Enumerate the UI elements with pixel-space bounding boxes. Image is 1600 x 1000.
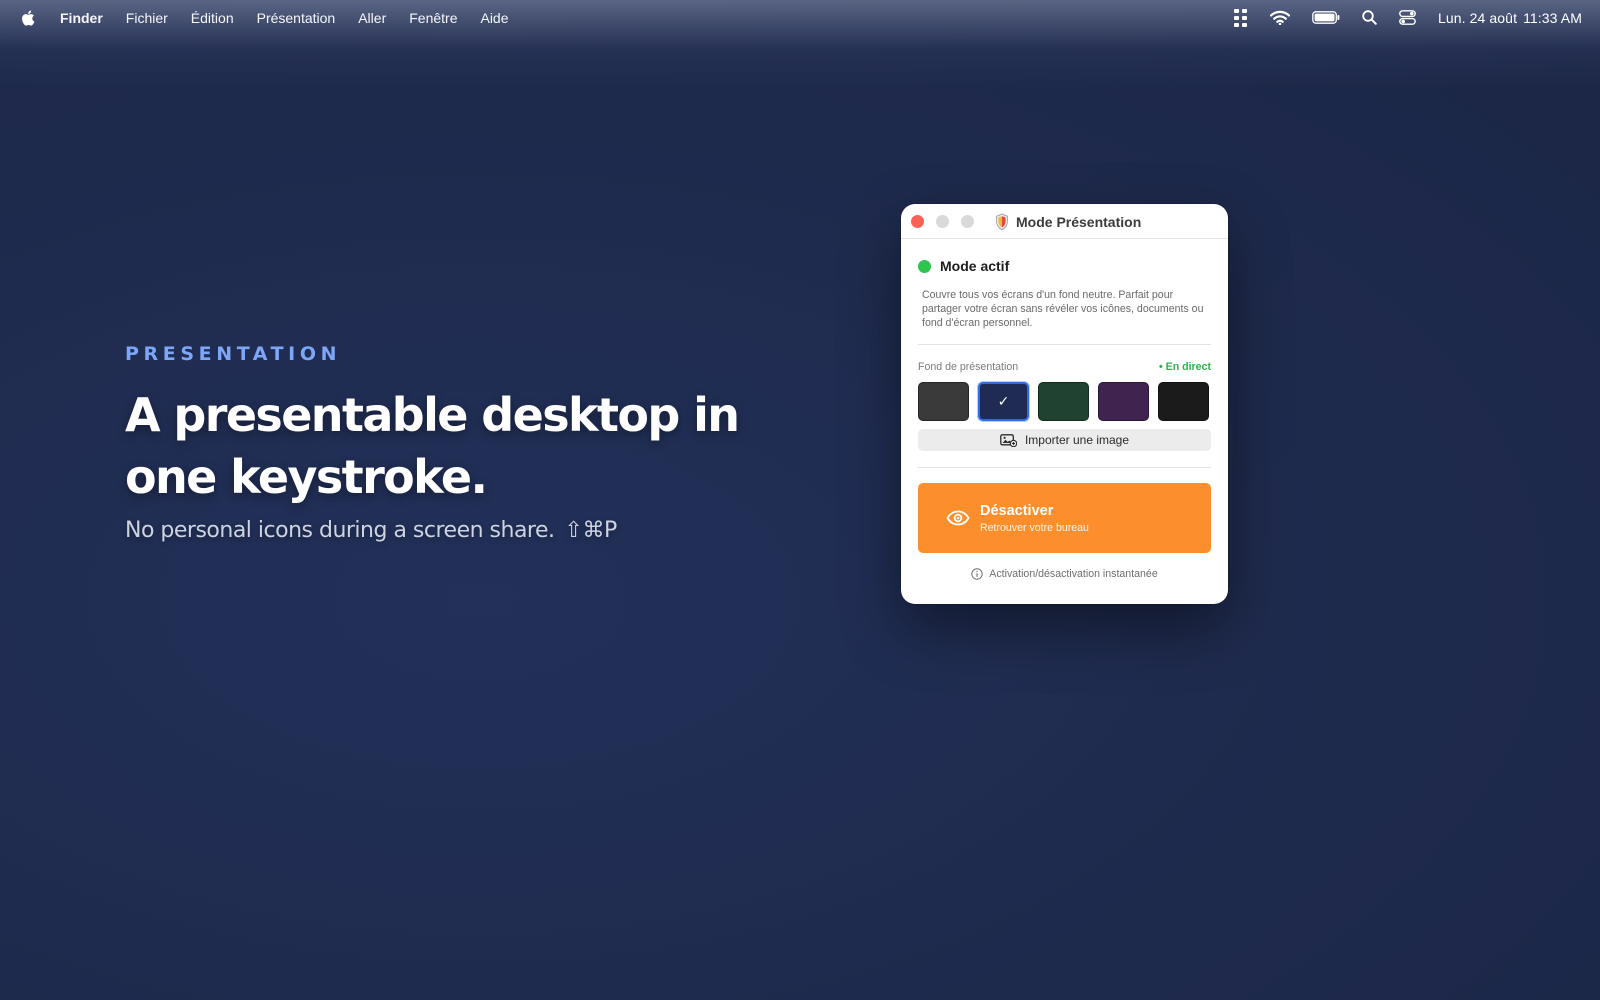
import-image-button[interactable]: Importer une image (918, 429, 1211, 451)
hero-section: PRESENTATION A presentable desktop in on… (125, 343, 765, 543)
eye-icon (946, 510, 970, 526)
hero-eyebrow: PRESENTATION (125, 343, 342, 365)
section-divider (918, 344, 1211, 345)
menu-bar: Finder Fichier Édition Présentation Alle… (0, 0, 1600, 35)
window-controls (911, 215, 986, 228)
window-titlebar[interactable]: Mode Présentation (901, 204, 1228, 239)
deactivate-subtitle: Retrouver votre bureau (980, 521, 1089, 534)
menu-fenetre[interactable]: Fenêtre (409, 10, 457, 26)
mode-description: Couvre tous vos écrans d'un fond neutre.… (922, 289, 1204, 329)
shield-app-icon (996, 213, 1008, 230)
close-window-button[interactable] (911, 215, 924, 228)
deactivate-title: Désactiver (980, 502, 1054, 519)
presentation-mode-window: Mode Présentation Mode actif Couvre tous… (901, 204, 1228, 604)
swatch-plum[interactable] (1098, 382, 1149, 421)
menu-fichier[interactable]: Fichier (126, 10, 168, 26)
menubar-clock[interactable]: Lun. 24 août 11:33 AM (1438, 10, 1582, 26)
swatch-black[interactable] (1158, 382, 1209, 421)
swatch-forest[interactable] (1038, 382, 1089, 421)
swatch-graphite[interactable] (918, 382, 969, 421)
status-indicator-dot (918, 259, 931, 273)
checkmark-icon: ✓ (997, 393, 1010, 409)
deactivate-text-group: Désactiver Retrouver votre bureau (980, 503, 1089, 534)
hero-subline: No personal icons during a screen share.… (125, 518, 765, 543)
background-header: Fond de présentation • En direct (918, 361, 1211, 373)
window-content: Mode actif Couvre tous vos écrans d'un f… (901, 258, 1228, 580)
hero-subline-text: No personal icons during a screen share. (125, 518, 555, 543)
control-center-icon[interactable] (1399, 10, 1416, 25)
keyboard-shortcut: ⇧⌘P (564, 518, 618, 543)
live-badge: • En direct (1159, 361, 1211, 373)
battery-icon[interactable] (1312, 11, 1340, 24)
mode-status: Mode actif (918, 258, 1211, 274)
apps-grid-icon[interactable] (1234, 8, 1248, 27)
clock-date: Lun. 24 août (1438, 9, 1518, 26)
minimize-window-button[interactable] (936, 215, 949, 228)
window-footer: Activation/désactivation instantanée (918, 568, 1211, 580)
background-label: Fond de présentation (918, 361, 1019, 373)
apple-logo-icon[interactable] (20, 9, 38, 27)
info-icon (971, 568, 983, 580)
menu-edition[interactable]: Édition (191, 10, 234, 26)
background-swatches: ✓ (918, 382, 1211, 421)
hero-headline: A presentable desktop in one keystroke. (125, 388, 740, 504)
window-title-group: Mode Présentation (995, 204, 1141, 239)
menu-app-name[interactable]: Finder (60, 10, 103, 26)
window-title: Mode Présentation (1016, 213, 1142, 230)
image-add-icon (1000, 433, 1017, 447)
clock-time: 11:33 AM (1523, 9, 1582, 26)
swatch-navy[interactable]: ✓ (978, 382, 1029, 421)
status-label: Mode actif (940, 258, 1010, 274)
search-icon[interactable] (1362, 10, 1377, 25)
deactivate-button[interactable]: Désactiver Retrouver votre bureau (918, 483, 1211, 553)
import-image-label: Importer une image (1024, 433, 1130, 447)
menu-aller[interactable]: Aller (358, 10, 386, 26)
menu-aide[interactable]: Aide (480, 10, 508, 26)
footer-text: Activation/désactivation instantanée (989, 568, 1158, 580)
menu-presentation[interactable]: Présentation (257, 10, 336, 26)
zoom-window-button[interactable] (961, 215, 974, 228)
wifi-icon[interactable] (1270, 10, 1291, 25)
section-divider (918, 467, 1211, 468)
